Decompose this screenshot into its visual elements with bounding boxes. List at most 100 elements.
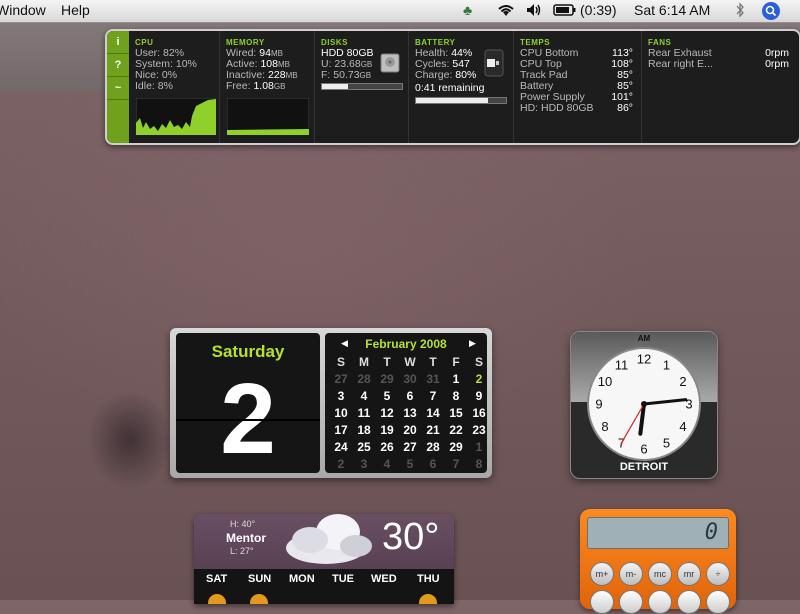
clock-widget[interactable]: AM 121234567891011 DETROIT (570, 331, 718, 479)
calculator-key[interactable] (590, 590, 614, 614)
calendar-day[interactable]: 9 (468, 389, 490, 403)
cpu-title: CPU (135, 38, 154, 47)
wifi-icon[interactable] (496, 2, 516, 21)
calendar-day[interactable]: 13 (399, 406, 421, 420)
calendar-day[interactable]: 18 (353, 423, 375, 437)
calendar-flip-divider (176, 419, 320, 421)
calendar-day[interactable]: 29 (376, 372, 398, 386)
calendar-day[interactable]: 29 (445, 440, 467, 454)
calendar-day[interactable]: 22 (445, 423, 467, 437)
calculator-key[interactable] (706, 590, 730, 614)
calendar-day[interactable]: 23 (468, 423, 490, 437)
calendar-day[interactable]: 5 (399, 457, 421, 471)
calendar-date-panel[interactable]: Saturday 2 (176, 333, 320, 473)
clock-number: 10 (598, 374, 612, 389)
battery-icon[interactable] (553, 2, 577, 21)
help-tab[interactable]: ? (107, 54, 129, 77)
divide-button[interactable]: ÷ (706, 562, 730, 586)
fan-label: Rear right E... (648, 58, 713, 70)
calendar-day[interactable]: 16 (468, 406, 490, 420)
bluetooth-icon[interactable] (734, 2, 746, 21)
disks-title: DISKS (321, 38, 348, 47)
calendar-day[interactable]: 21 (422, 423, 444, 437)
weather-temp: 30° (382, 516, 440, 558)
calendar-day[interactable]: 1 (468, 440, 490, 454)
calendar-day[interactable]: 3 (330, 389, 352, 403)
calendar-day[interactable]: 5 (376, 389, 398, 403)
memory-title: MEMORY (226, 38, 265, 47)
spotlight-icon[interactable] (761, 1, 781, 24)
disk-usage-bar (321, 83, 403, 90)
calendar-day[interactable]: 28 (353, 372, 375, 386)
calendar-day[interactable]: 27 (399, 440, 421, 454)
menu-help[interactable]: Help (61, 2, 90, 18)
calendar-widget[interactable]: Saturday 2 ◀ February 2008 ▶ S M T W T F S 27 28… (170, 328, 492, 478)
calendar-day[interactable]: 14 (422, 406, 444, 420)
next-month-icon[interactable]: ▶ (469, 338, 476, 349)
temps-title: TEMPS (520, 38, 551, 47)
calculator-widget[interactable]: 0 m+ m- mc mr ÷ (580, 509, 736, 614)
calendar-day[interactable]: 7 (445, 457, 467, 471)
calendar-day[interactable]: 3 (353, 457, 375, 471)
calendar-day[interactable]: 4 (353, 389, 375, 403)
calendar-day[interactable]: 31 (422, 372, 444, 386)
weekday-header: M (359, 355, 369, 369)
memory-plus-button[interactable]: m+ (590, 562, 614, 586)
fan-value: 0rpm (765, 58, 789, 70)
weather-city: Mentor (226, 531, 266, 545)
memory-recall-button[interactable]: mr (677, 562, 701, 586)
clock-number: 4 (679, 419, 686, 434)
calendar-day[interactable]: 17 (330, 423, 352, 437)
calendar-day[interactable]: 7 (422, 389, 444, 403)
battery-time[interactable]: (0:39) (580, 2, 617, 18)
weekday-header: T (429, 355, 437, 369)
calendar-day[interactable]: 25 (353, 440, 375, 454)
calculator-key[interactable] (648, 590, 672, 614)
memory-minus-button[interactable]: m- (619, 562, 643, 586)
calendar-day[interactable]: 11 (353, 406, 375, 420)
istat-widget[interactable]: i ? ~ CPU User: 82% System: 10% Nice: 0%… (105, 29, 800, 145)
calendar-day[interactable]: 12 (376, 406, 398, 420)
memory-clear-button[interactable]: mc (648, 562, 672, 586)
calendar-day[interactable]: 6 (422, 457, 444, 471)
calendar-day[interactable]: 15 (445, 406, 467, 420)
calculator-key[interactable] (619, 590, 643, 614)
calendar-day[interactable]: 27 (330, 372, 352, 386)
leaf-icon[interactable]: ♣ (463, 2, 472, 18)
calendar-day[interactable]: 2 (468, 372, 490, 386)
disks-panel: DISKS HDD 80GB U: 23.68GB F: 50.73GB (315, 31, 409, 143)
calculator-key[interactable] (677, 590, 701, 614)
weekday-header: S (474, 355, 483, 369)
calendar-day[interactable]: 10 (330, 406, 352, 420)
volume-icon[interactable] (525, 2, 543, 21)
info-tab[interactable]: i (107, 31, 129, 54)
battery-remaining: 0:41 remaining (415, 82, 485, 94)
clock-ampm: AM (637, 334, 651, 343)
weather-widget[interactable]: H: 40° Mentor L: 27° 30° SAT SUN MON TUE… (194, 514, 454, 604)
calendar-day[interactable]: 2 (330, 457, 352, 471)
weekday-header: S (336, 355, 345, 369)
calendar-day[interactable]: 26 (376, 440, 398, 454)
pulse-tab[interactable]: ~ (107, 77, 129, 100)
weather-forecast: SAT SUN MON TUE WED THU (194, 569, 454, 604)
forecast-day: MON (289, 573, 315, 585)
temps-panel: TEMPS CPU Bottom 113° CPU Top 108° Track Pad… (514, 31, 642, 143)
calendar-day[interactable]: 24 (330, 440, 352, 454)
calendar-day[interactable]: 20 (399, 423, 421, 437)
calendar-day[interactable]: 8 (445, 389, 467, 403)
sun-icon (208, 594, 226, 604)
calendar-day[interactable]: 19 (376, 423, 398, 437)
calendar-day[interactable]: 6 (399, 389, 421, 403)
calendar-day[interactable]: 4 (376, 457, 398, 471)
istat-tabs: i ? ~ (107, 31, 129, 143)
fans-title: FANS (648, 38, 672, 47)
disk-free-row: F: 50.73GB (321, 69, 372, 81)
menu-window[interactable]: Window (0, 2, 46, 18)
calendar-day[interactable]: 28 (422, 440, 444, 454)
menubar-clock[interactable]: Sat 6:14 AM (634, 2, 710, 18)
memory-panel: MEMORY Wired: 94MB Active: 108MB Inactiv… (220, 31, 315, 143)
clock-city: DETROIT (619, 461, 669, 473)
calendar-day[interactable]: 8 (468, 457, 490, 471)
calendar-day[interactable]: 30 (399, 372, 421, 386)
calendar-day[interactable]: 1 (445, 372, 467, 386)
